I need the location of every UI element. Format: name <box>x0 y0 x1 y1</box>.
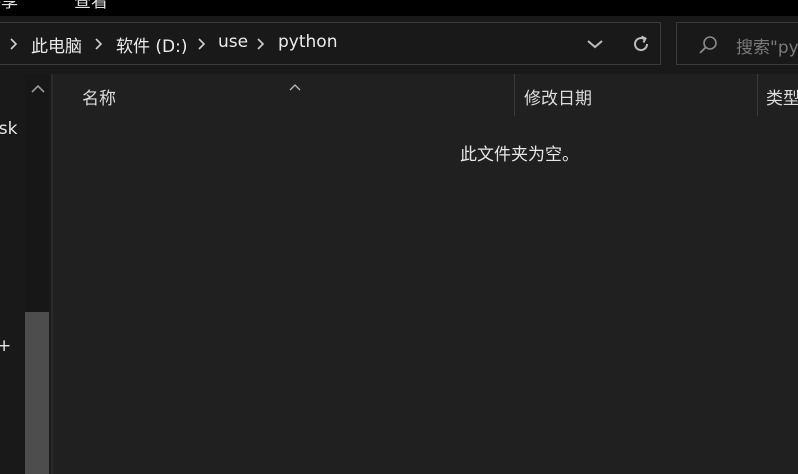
column-header-name[interactable]: 名称 <box>53 74 514 116</box>
ribbon-tab-bar: 共享 查看 <box>0 0 798 16</box>
column-header-date-modified[interactable]: 修改日期 <box>515 74 757 116</box>
chevron-down-icon[interactable] <box>579 28 611 60</box>
empty-folder-message: 此文件夹为空。 <box>460 145 579 165</box>
chevron-up-icon[interactable] <box>28 81 48 97</box>
ribbon-tab-view[interactable]: 查看 <box>74 0 108 12</box>
breadcrumb-python[interactable]: python <box>278 32 337 52</box>
breadcrumb-drive-d[interactable]: 软件 (D:) <box>116 32 188 57</box>
nav-item-expand[interactable]: + <box>0 336 11 356</box>
navigation-pane: isk + <box>0 74 50 474</box>
breadcrumb-separator-icon[interactable] <box>196 37 208 51</box>
address-bar[interactable]: 此电脑 软件 (D:) use python <box>0 22 661 65</box>
nav-item-label[interactable]: isk <box>0 119 17 139</box>
breadcrumb-separator-icon[interactable] <box>8 37 20 51</box>
file-explorer-window: 共享 查看 此电脑 软件 (D:) use python <box>0 0 798 474</box>
refresh-icon[interactable] <box>625 28 657 60</box>
search-placeholder: 搜索"python" <box>736 38 798 58</box>
column-header-type[interactable]: 类型 <box>758 74 798 116</box>
breadcrumb-separator-icon[interactable] <box>255 37 267 51</box>
toolbar-row: 此电脑 软件 (D:) use python 搜索"py <box>0 16 798 74</box>
ribbon-tab-share[interactable]: 共享 <box>0 0 18 12</box>
search-icon[interactable] <box>697 34 719 56</box>
breadcrumb-this-pc[interactable]: 此电脑 <box>31 32 82 57</box>
search-input[interactable]: 搜索"python" <box>676 22 798 65</box>
nav-scrollbar-thumb[interactable] <box>25 312 49 474</box>
breadcrumb-use[interactable]: use <box>218 32 248 52</box>
file-list-pane[interactable]: 名称 修改日期 类型 此文件夹为空。 <box>53 74 798 474</box>
breadcrumb-separator-icon[interactable] <box>93 37 105 51</box>
